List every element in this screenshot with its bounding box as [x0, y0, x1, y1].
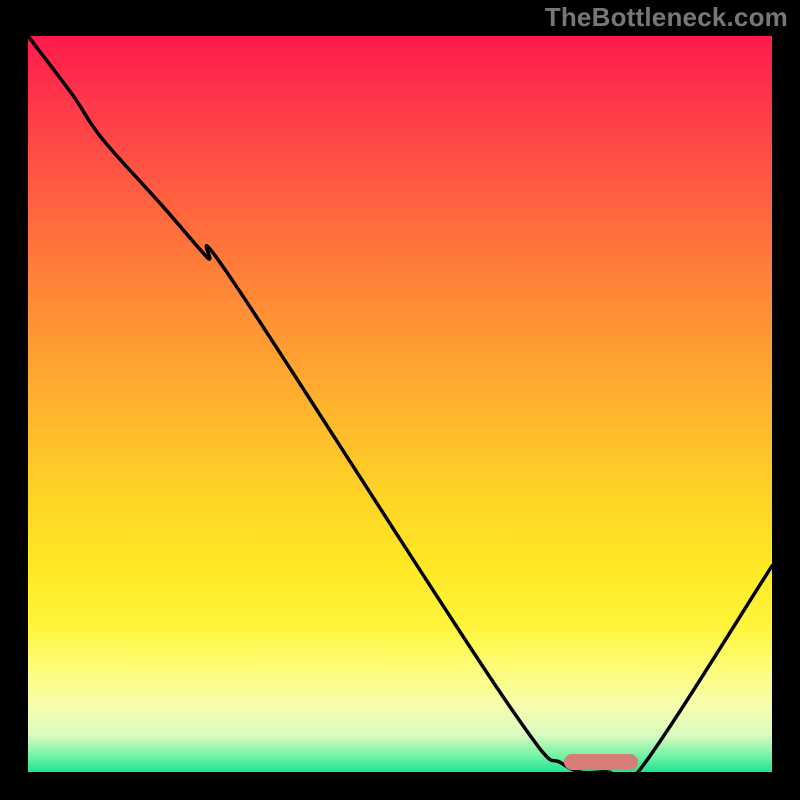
plot-area	[28, 36, 772, 772]
curve-path	[28, 36, 772, 772]
optimal-range-marker	[564, 754, 638, 770]
bottleneck-curve	[28, 36, 772, 772]
attribution-label: TheBottleneck.com	[545, 2, 788, 33]
chart-frame: TheBottleneck.com	[0, 0, 800, 800]
